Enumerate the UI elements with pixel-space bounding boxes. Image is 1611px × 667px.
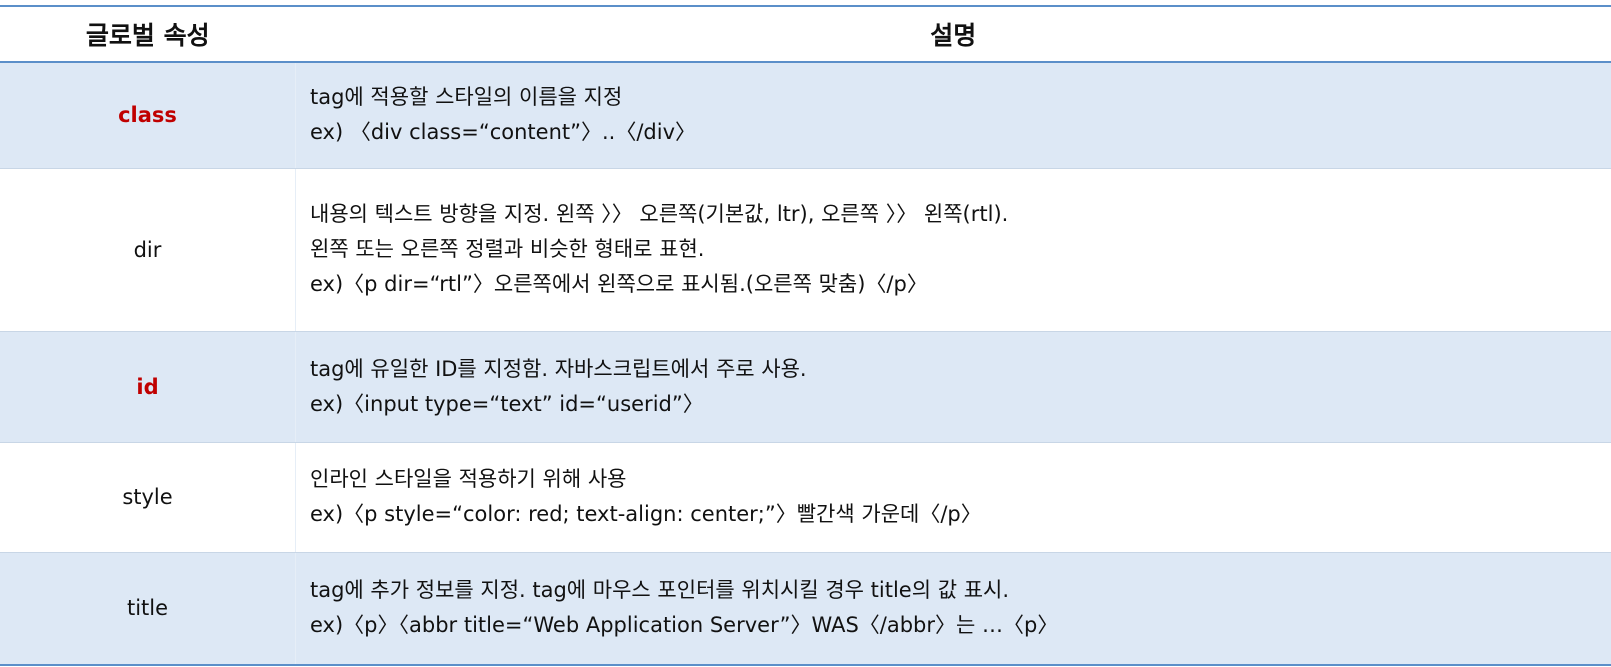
attribute-description: tag에 유일한 ID를 지정함. 자바스크립트에서 주로 사용. ex)〈inp… — [295, 331, 1611, 443]
attribute-description: tag에 적용할 스타일의 이름을 지정 ex) 〈div class=“cont… — [295, 62, 1611, 169]
attribute-description: tag에 추가 정보를 지정. tag에 마우스 포인터를 위치시킬 경우 ti… — [295, 552, 1611, 666]
attribute-name: title — [0, 552, 296, 666]
table-row: dir 내용의 텍스트 방향을 지정. 왼쪽 〉〉 오른쪽(기본값, ltr), … — [0, 168, 1611, 332]
description-line: 인라인 스타일을 적용하기 위해 사용 — [310, 467, 627, 491]
description-line: ex)〈p〉〈abbr title=“Web Application Serve… — [310, 613, 1059, 638]
description-line: tag에 유일한 ID를 지정함. 자바스크립트에서 주로 사용. — [310, 356, 807, 381]
header-row: 글로벌 속성 설명 — [0, 5, 1611, 63]
attribute-name: id — [0, 331, 296, 443]
description-line: tag에 추가 정보를 지정. tag에 마우스 포인터를 위치시킬 경우 ti… — [310, 578, 1010, 603]
description-line: 내용의 텍스트 방향을 지정. 왼쪽 〉〉 오른쪽(기본값, ltr), 오른쪽… — [310, 202, 1009, 226]
description-line: ex)〈input type=“text” id=“userid”〉 — [310, 391, 704, 416]
attribute-description: 인라인 스타일을 적용하기 위해 사용 ex)〈p style=“color: r… — [295, 442, 1611, 553]
description-line: tag에 적용할 스타일의 이름을 지정 — [310, 85, 623, 110]
global-attributes-table: 글로벌 속성 설명 class tag에 적용할 스타일의 이름을 지정 ex) 〈… — [0, 5, 1611, 666]
description-line: 왼쪽 또는 오른쪽 정렬과 비슷한 형태로 표현. — [310, 237, 705, 261]
attribute-description: 내용의 텍스트 방향을 지정. 왼쪽 〉〉 오른쪽(기본값, ltr), 오른쪽… — [295, 168, 1611, 332]
table-row: class tag에 적용할 스타일의 이름을 지정 ex) 〈div class=… — [0, 62, 1611, 169]
attribute-name: style — [0, 442, 296, 553]
attribute-name: class — [0, 62, 296, 169]
description-line: ex) 〈div class=“content”〉..〈/div〉 — [310, 120, 697, 145]
table-row: id tag에 유일한 ID를 지정함. 자바스크립트에서 주로 사용. ex)〈i… — [0, 331, 1611, 443]
table-row: title tag에 추가 정보를 지정. tag에 마우스 포인터를 위치시킬 … — [0, 552, 1611, 666]
header-description: 설명 — [295, 5, 1611, 63]
header-attribute: 글로벌 속성 — [0, 5, 296, 63]
attribute-name: dir — [0, 168, 296, 332]
table-row: style 인라인 스타일을 적용하기 위해 사용 ex)〈p style=“col… — [0, 442, 1611, 553]
description-line: ex)〈p style=“color: red; text-align: cen… — [310, 502, 982, 526]
description-line: ex)〈p dir=“rtl”〉오른쪽에서 왼쪽으로 표시됨.(오른쪽 맞춤)〈… — [310, 272, 928, 296]
